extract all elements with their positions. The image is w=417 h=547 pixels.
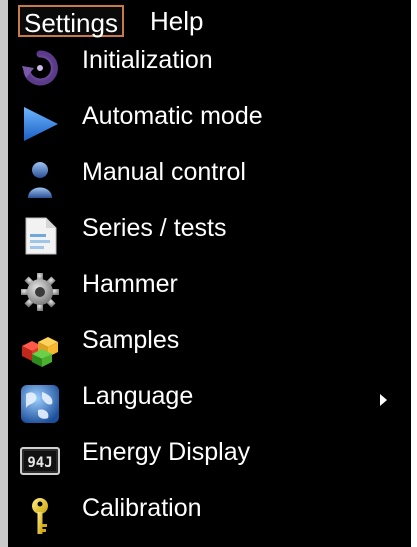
menu-help[interactable]: Help bbox=[146, 5, 207, 37]
menu-item-label: Energy Display bbox=[82, 438, 251, 466]
menu-item-label: Hammer bbox=[82, 270, 178, 298]
key-icon bbox=[32, 498, 48, 534]
cubes-icon bbox=[22, 337, 58, 367]
menu-item-label: Language bbox=[82, 382, 194, 410]
menu-item-series-tests[interactable]: Series / tests bbox=[8, 206, 411, 262]
menu-bar: Settings Help bbox=[8, 0, 411, 40]
refresh-icon bbox=[22, 50, 58, 86]
menu-item-label: Calibration bbox=[82, 494, 202, 522]
menu-item-language[interactable]: Language bbox=[8, 374, 411, 430]
globe-icon bbox=[21, 385, 59, 423]
menu-item-label: Manual control bbox=[82, 158, 246, 186]
menu-item-automatic-mode[interactable]: Automatic mode bbox=[8, 94, 411, 150]
settings-dropdown-menu: Initialization Automatic mode Manual con… bbox=[8, 38, 411, 547]
menu-item-label: Series / tests bbox=[82, 214, 227, 242]
menu-item-samples[interactable]: Samples bbox=[8, 318, 411, 374]
gear-icon bbox=[21, 273, 59, 311]
energy-display-icon: 94J bbox=[20, 447, 60, 475]
energy-display-value: 94J bbox=[27, 455, 52, 471]
background-window-edge-right bbox=[411, 0, 417, 547]
menu-item-label: Initialization bbox=[82, 46, 213, 74]
menu-item-calibration[interactable]: Calibration bbox=[8, 486, 411, 542]
submenu-arrow-icon bbox=[380, 394, 387, 406]
menu-item-label: Samples bbox=[82, 326, 180, 354]
document-icon bbox=[25, 217, 57, 255]
user-icon bbox=[28, 162, 52, 198]
menu-item-label: Automatic mode bbox=[82, 102, 263, 130]
menu-settings[interactable]: Settings bbox=[18, 5, 124, 38]
menu-item-initialization[interactable]: Initialization bbox=[8, 38, 411, 94]
menu-item-hammer[interactable]: Hammer bbox=[8, 262, 411, 318]
application-window: Settings Help Initialization Automatic m… bbox=[0, 0, 417, 547]
menu-item-manual-control[interactable]: Manual control bbox=[8, 150, 411, 206]
menu-item-energy-display[interactable]: 94J Energy Display bbox=[8, 430, 411, 486]
play-icon bbox=[24, 107, 58, 141]
